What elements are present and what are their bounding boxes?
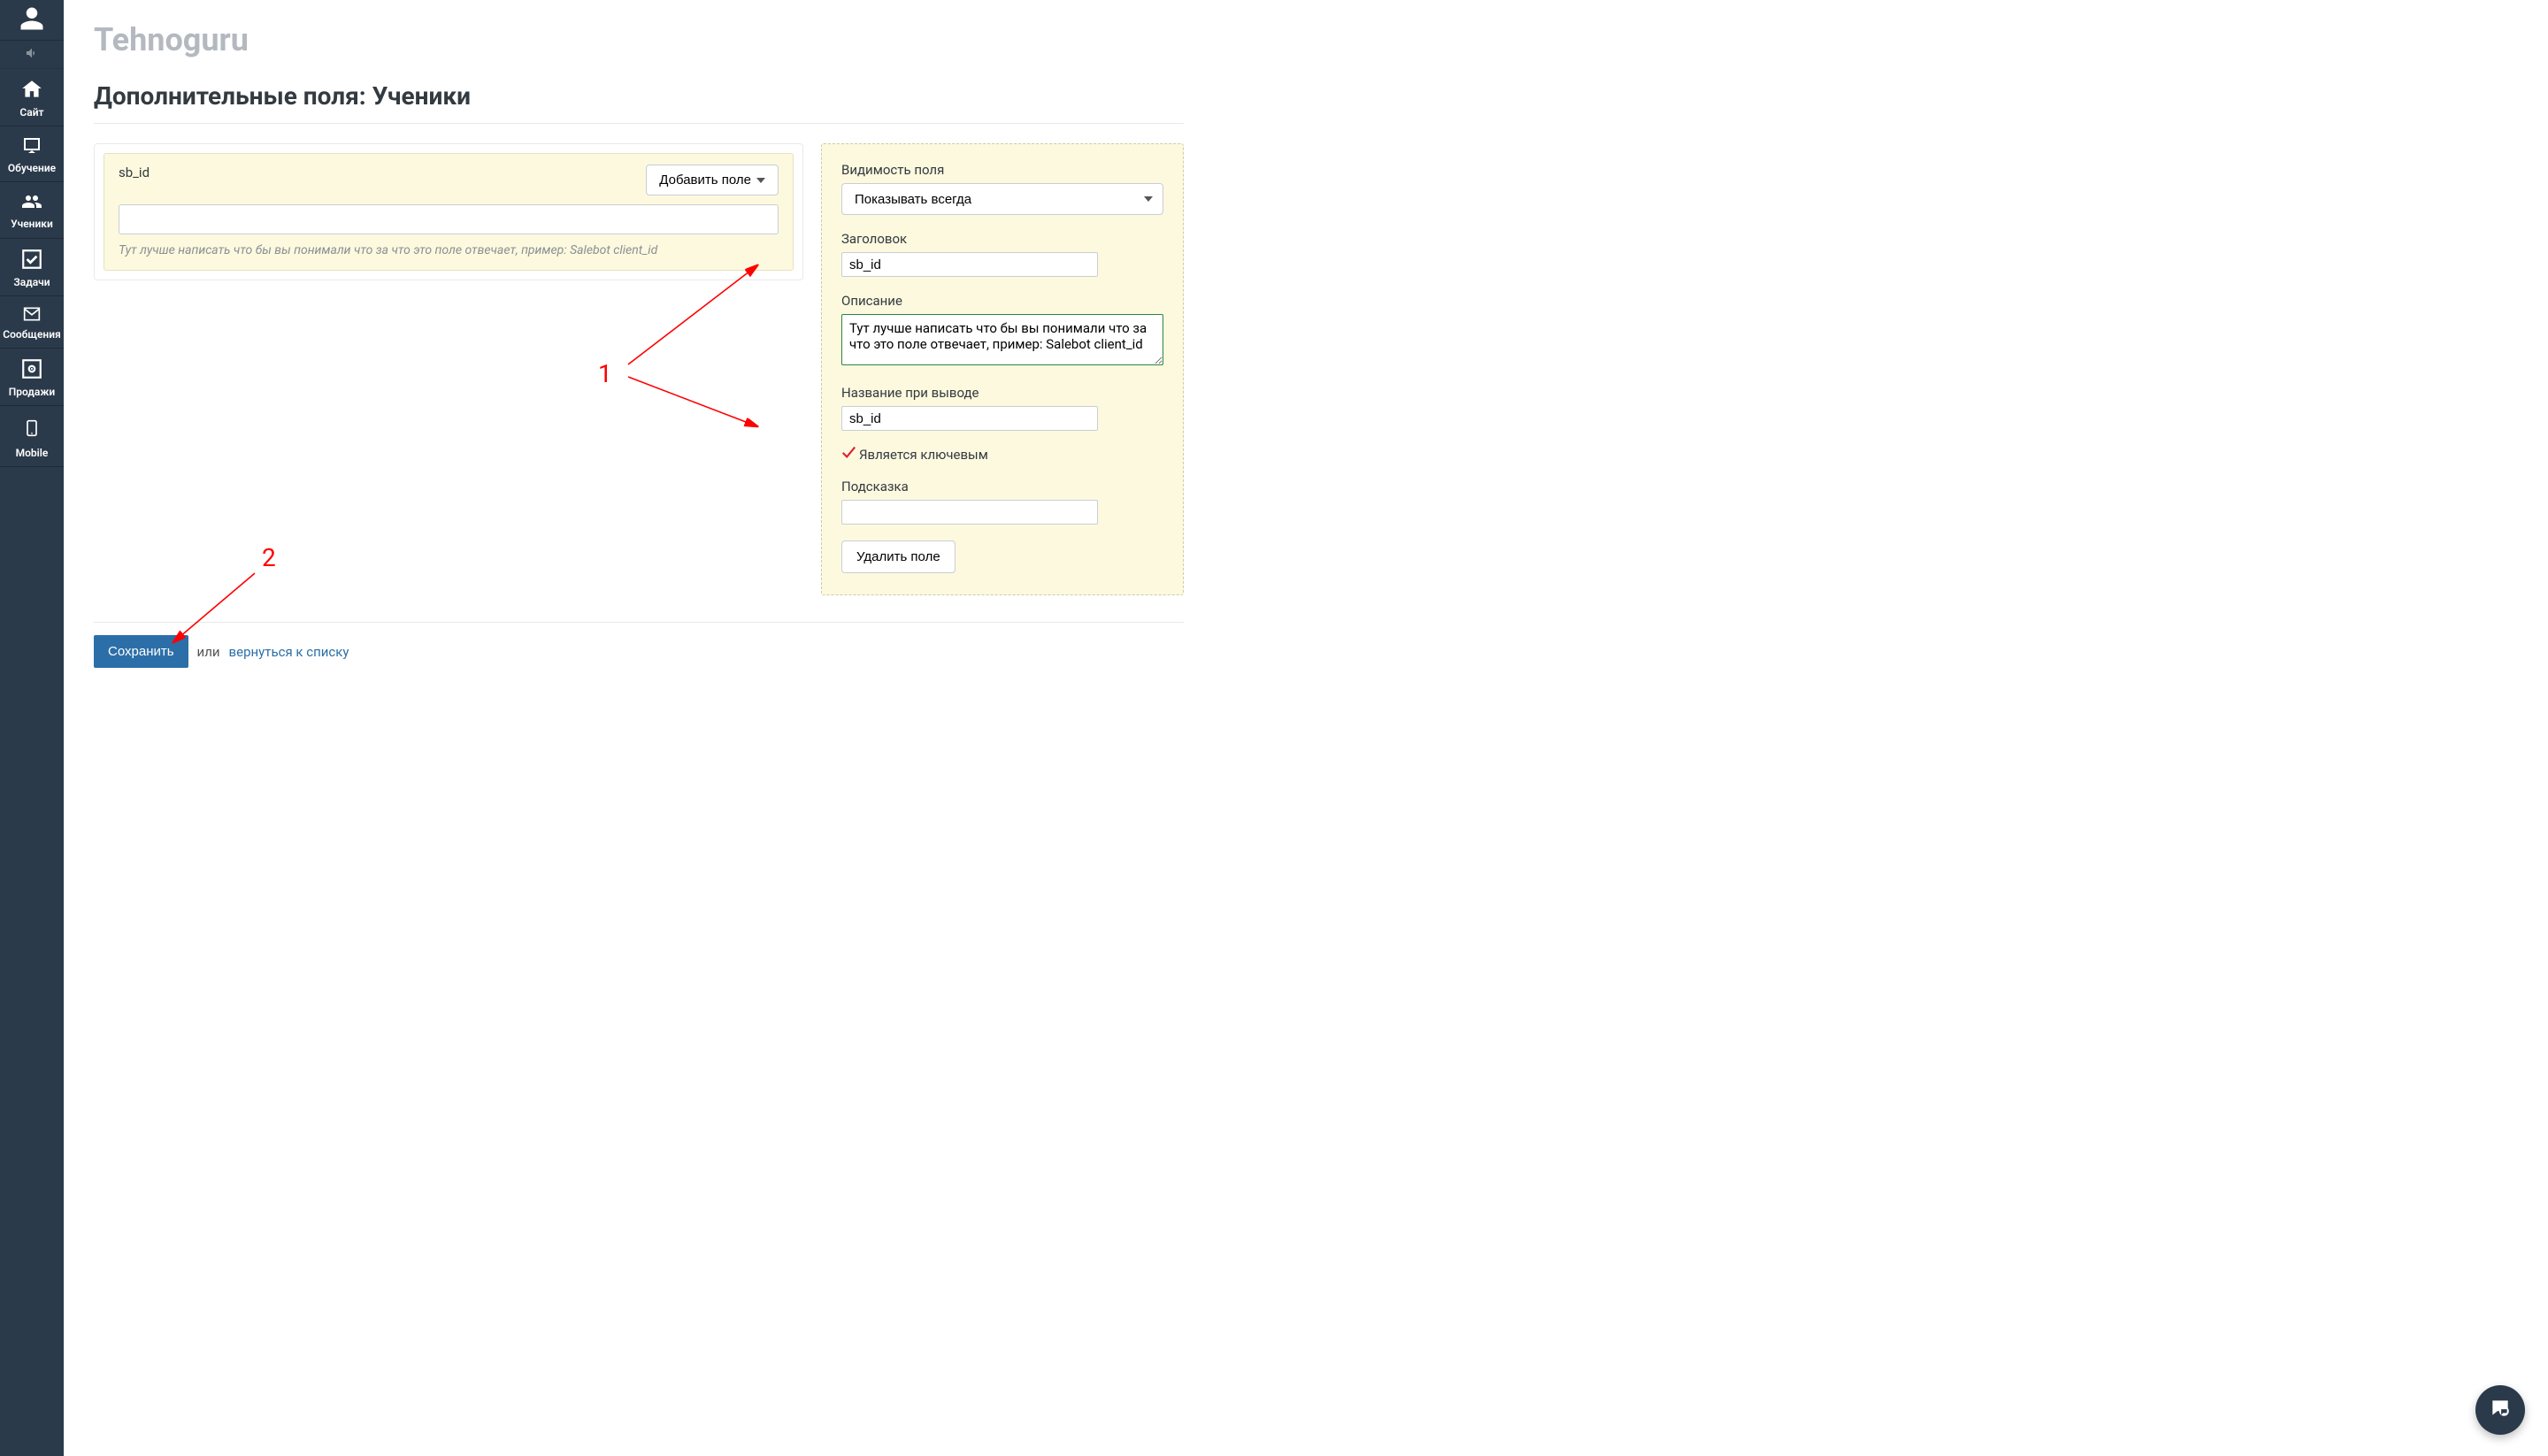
sidebar-item-site[interactable]: Сайт	[0, 69, 64, 126]
caret-down-icon	[756, 178, 765, 183]
sidebar-item-students[interactable]: Ученики	[0, 182, 64, 238]
field-hint: Тут лучше написать что бы вы понимали чт…	[119, 243, 779, 257]
sidebar-item-label: Сообщения	[3, 329, 61, 341]
chat-fab[interactable]	[2475, 1385, 2525, 1435]
or-text: или	[197, 644, 220, 660]
sidebar-item-label: Задачи	[13, 277, 50, 288]
sidebar-item-sound[interactable]	[0, 41, 64, 69]
output-name-label: Название при выводе	[841, 385, 1163, 401]
user-icon	[19, 5, 45, 34]
users-icon	[19, 191, 45, 215]
hint-input[interactable]	[841, 500, 1098, 525]
sidebar: Сайт Обучение Ученики Задачи Сообщения П…	[0, 0, 64, 1456]
footer-actions: Сохранить или вернуться к списку	[94, 635, 1184, 668]
sidebar-item-messages[interactable]: Сообщения	[0, 296, 64, 349]
field-card[interactable]: sb_id Добавить поле Тут лучше написать ч…	[104, 153, 794, 271]
check-icon	[20, 248, 43, 273]
visibility-label: Видимость поля	[841, 162, 1163, 178]
add-field-label: Добавить поле	[659, 172, 751, 188]
safe-icon	[20, 357, 43, 383]
back-link[interactable]: вернуться к списку	[229, 644, 349, 660]
sidebar-item-training[interactable]: Обучение	[0, 126, 64, 182]
description-textarea[interactable]: Тут лучше написать что бы вы понимали чт…	[841, 314, 1163, 365]
description-label: Описание	[841, 293, 1163, 309]
home-icon	[19, 78, 44, 103]
board-icon	[19, 135, 44, 159]
title-input[interactable]	[841, 252, 1098, 277]
divider	[94, 123, 1184, 124]
delete-field-button[interactable]: Удалить поле	[841, 540, 956, 573]
visibility-select[interactable]: Показывать всегда	[841, 183, 1163, 215]
add-field-button[interactable]: Добавить поле	[646, 165, 779, 195]
field-name: sb_id	[119, 165, 150, 180]
hint-label: Подсказка	[841, 479, 1163, 494]
output-name-input[interactable]	[841, 406, 1098, 431]
is-key-checkbox[interactable]	[841, 448, 856, 462]
sidebar-item-label: Mobile	[16, 448, 49, 459]
fields-list-panel: sb_id Добавить поле Тут лучше написать ч…	[94, 143, 803, 280]
sidebar-item-profile[interactable]	[0, 0, 64, 41]
field-value-input[interactable]	[119, 204, 779, 234]
sidebar-item-label: Продажи	[9, 387, 55, 398]
sidebar-item-mobile[interactable]: Mobile	[0, 406, 64, 467]
brand-title: Tehnoguru	[94, 21, 1184, 58]
field-settings-panel: Видимость поля Показывать всегда Заголов…	[821, 143, 1184, 595]
title-label: Заголовок	[841, 231, 1163, 247]
mobile-icon	[23, 415, 41, 444]
page-title: Дополнительные поля: Ученики	[94, 81, 1184, 111]
sidebar-item-label: Обучение	[8, 163, 56, 174]
sidebar-item-label: Сайт	[19, 107, 43, 119]
main-content: Tehnoguru Дополнительные поля: Ученики s…	[64, 0, 1214, 721]
sound-icon	[23, 46, 41, 63]
mail-icon	[19, 305, 44, 326]
sidebar-item-sales[interactable]: Продажи	[0, 349, 64, 406]
save-button[interactable]: Сохранить	[94, 635, 188, 668]
sidebar-item-tasks[interactable]: Задачи	[0, 239, 64, 296]
chat-icon	[2489, 1397, 2512, 1423]
sidebar-item-label: Ученики	[11, 218, 53, 230]
footer-divider	[94, 622, 1184, 623]
is-key-label: Является ключевым	[859, 447, 988, 463]
